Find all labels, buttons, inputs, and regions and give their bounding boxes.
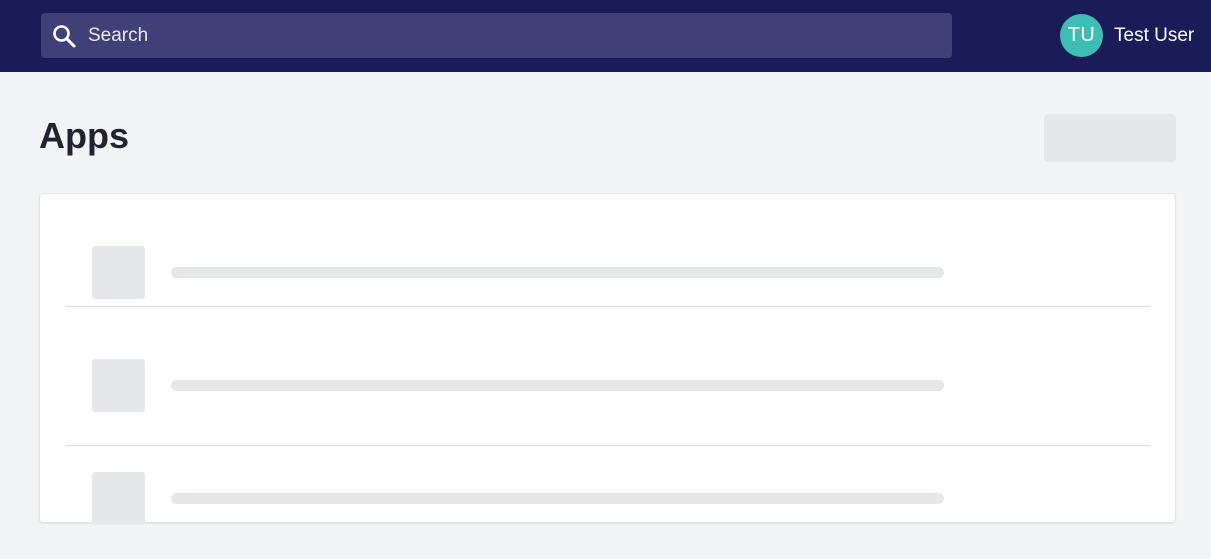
user-menu[interactable]: TU Test User — [1060, 14, 1194, 57]
app-name-skeleton — [171, 493, 944, 504]
list-item-skeleton — [66, 194, 1150, 307]
search-bar[interactable] — [41, 13, 952, 58]
avatar[interactable]: TU — [1060, 14, 1103, 57]
app-icon-skeleton — [92, 472, 145, 525]
app-icon-skeleton — [92, 246, 145, 299]
user-name: Test User — [1114, 24, 1195, 46]
list-item-skeleton — [66, 333, 1150, 446]
search-icon — [52, 24, 76, 48]
apps-list-card — [39, 193, 1176, 525]
page-title: Apps — [39, 115, 129, 156]
app-name-skeleton — [171, 267, 944, 278]
avatar-initials: TU — [1067, 24, 1096, 46]
top-navigation-bar: TU Test User — [0, 0, 1211, 72]
header-action-skeleton — [1044, 114, 1176, 162]
list-item-skeleton — [66, 446, 1150, 559]
app-name-skeleton — [171, 380, 944, 391]
app-icon-skeleton — [92, 359, 145, 412]
search-input[interactable] — [88, 13, 938, 58]
